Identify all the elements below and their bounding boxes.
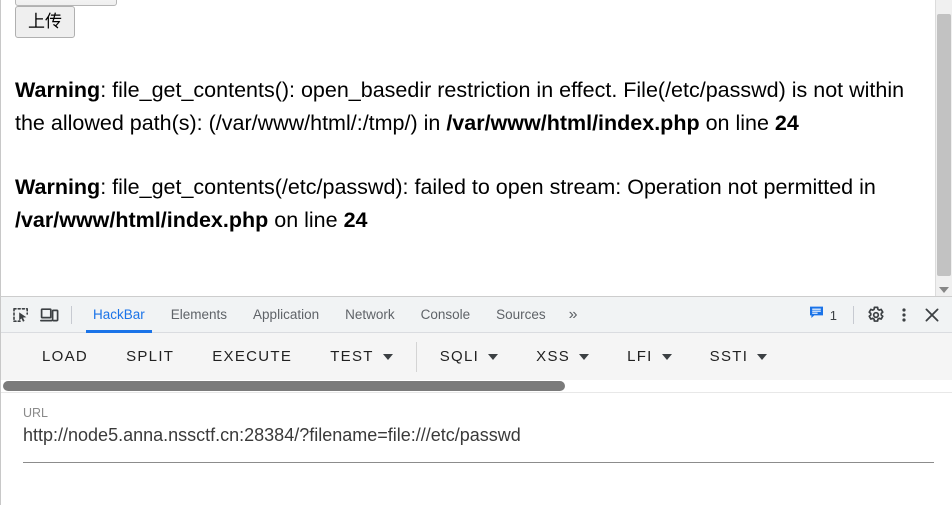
button-label: LOAD [42, 348, 89, 365]
devtools-toolbar-right: 1 [801, 297, 946, 333]
button-label: SQLI [439, 348, 480, 365]
tab-label: Console [420, 307, 471, 322]
hackbar-horizontal-scrollbar[interactable] [1, 380, 952, 393]
toolbar-divider [415, 341, 417, 372]
close-icon[interactable] [918, 301, 946, 329]
issues-count-label: 1 [829, 307, 837, 323]
url-input[interactable]: http://node5.anna.nssctf.cn:28384/?filen… [23, 421, 934, 449]
warning-file-path: /var/www/html/index.php [446, 111, 700, 135]
php-warning-message: Warning: file_get_contents(/etc/passwd):… [15, 171, 923, 237]
button-label: TEST [330, 348, 374, 365]
hackbar-action-toolbar: LOAD SPLIT EXECUTE TEST SQLI XSS LFI SST… [1, 333, 952, 380]
inspect-element-icon[interactable] [7, 301, 35, 329]
button-label: LFI [627, 348, 653, 365]
hackbar-xss-button[interactable]: XSS [517, 340, 608, 374]
button-label: XSS [536, 348, 571, 365]
tab-network[interactable]: Network [332, 297, 408, 333]
hackbar-execute-button[interactable]: EXECUTE [193, 340, 311, 374]
url-field-label: URL [23, 406, 49, 420]
button-label: SSTI [709, 348, 749, 365]
toolbar-divider [71, 305, 72, 324]
gear-icon[interactable] [862, 301, 890, 329]
chevron-down-icon [488, 353, 499, 360]
toolbar-divider [853, 306, 854, 324]
page-content: 上传 Warning: file_get_contents(): open_ba… [1, 0, 934, 296]
button-label: SPLIT [126, 348, 175, 365]
chevron-down-icon [579, 353, 590, 360]
warning-line-number: 24 [774, 111, 799, 135]
hackbar-load-button[interactable]: LOAD [23, 340, 107, 374]
tab-label: Network [345, 307, 395, 322]
chevron-down-icon [382, 353, 393, 360]
tab-elements[interactable]: Elements [158, 297, 240, 333]
more-tabs-chevron-icon[interactable]: » [559, 297, 588, 333]
message-bubble-icon [809, 305, 824, 325]
hackbar-url-field[interactable]: URL http://node5.anna.nssctf.cn:28384/?f… [1, 393, 952, 463]
chevron-down-icon [661, 353, 672, 360]
devtools-tab-list: HackBar Elements Application Network Con… [80, 297, 588, 333]
url-field-underline [23, 462, 934, 463]
scroll-down-arrow-icon[interactable] [939, 287, 949, 293]
php-warning-message: Warning: file_get_contents(): open_based… [15, 74, 923, 140]
warning-line-number: 24 [343, 208, 368, 232]
warning-on-line: on line [699, 111, 775, 135]
chevron-down-icon [757, 353, 768, 360]
tab-label: Sources [496, 307, 546, 322]
php-warning-list: Warning: file_get_contents(): open_based… [15, 74, 923, 237]
tab-hackbar[interactable]: HackBar [80, 297, 158, 333]
tab-sources[interactable]: Sources [483, 297, 559, 333]
tab-application[interactable]: Application [240, 297, 332, 333]
device-toolbar-icon[interactable] [35, 301, 63, 329]
page-vertical-scrollbar[interactable] [935, 0, 952, 296]
warning-on-line: on line [268, 208, 344, 232]
browser-page-viewport: 上传 Warning: file_get_contents(): open_ba… [0, 0, 952, 296]
button-label: EXECUTE [212, 348, 293, 365]
kebab-menu-icon[interactable] [890, 301, 918, 329]
tab-label: HackBar [93, 307, 145, 322]
warning-label: Warning [15, 175, 101, 199]
issues-counter-button[interactable]: 1 [801, 305, 845, 325]
hackbar-lfi-button[interactable]: LFI [608, 340, 691, 374]
warning-text: : file_get_contents(/etc/passwd): failed… [100, 175, 876, 199]
tab-console[interactable]: Console [408, 297, 484, 333]
hackbar-ssti-button[interactable]: SSTI [691, 340, 787, 374]
hackbar-test-button[interactable]: TEST [311, 340, 412, 374]
warning-file-path: /var/www/html/index.php [15, 208, 269, 232]
page-scrollbar-thumb[interactable] [937, 14, 951, 276]
tab-label: Application [253, 307, 320, 322]
devtools-panel: HackBar Elements Application Network Con… [0, 296, 952, 505]
hackbar-split-button[interactable]: SPLIT [107, 340, 193, 374]
upload-submit-button[interactable]: 上传 [15, 6, 75, 38]
devtools-tabbar: HackBar Elements Application Network Con… [1, 297, 952, 333]
horizontal-scrollbar-thumb[interactable] [3, 381, 565, 391]
warning-label: Warning [15, 78, 101, 102]
screenshot-root: 上传 Warning: file_get_contents(): open_ba… [0, 0, 952, 505]
tab-label: Elements [170, 307, 228, 322]
hackbar-sqli-button[interactable]: SQLI [421, 340, 517, 374]
